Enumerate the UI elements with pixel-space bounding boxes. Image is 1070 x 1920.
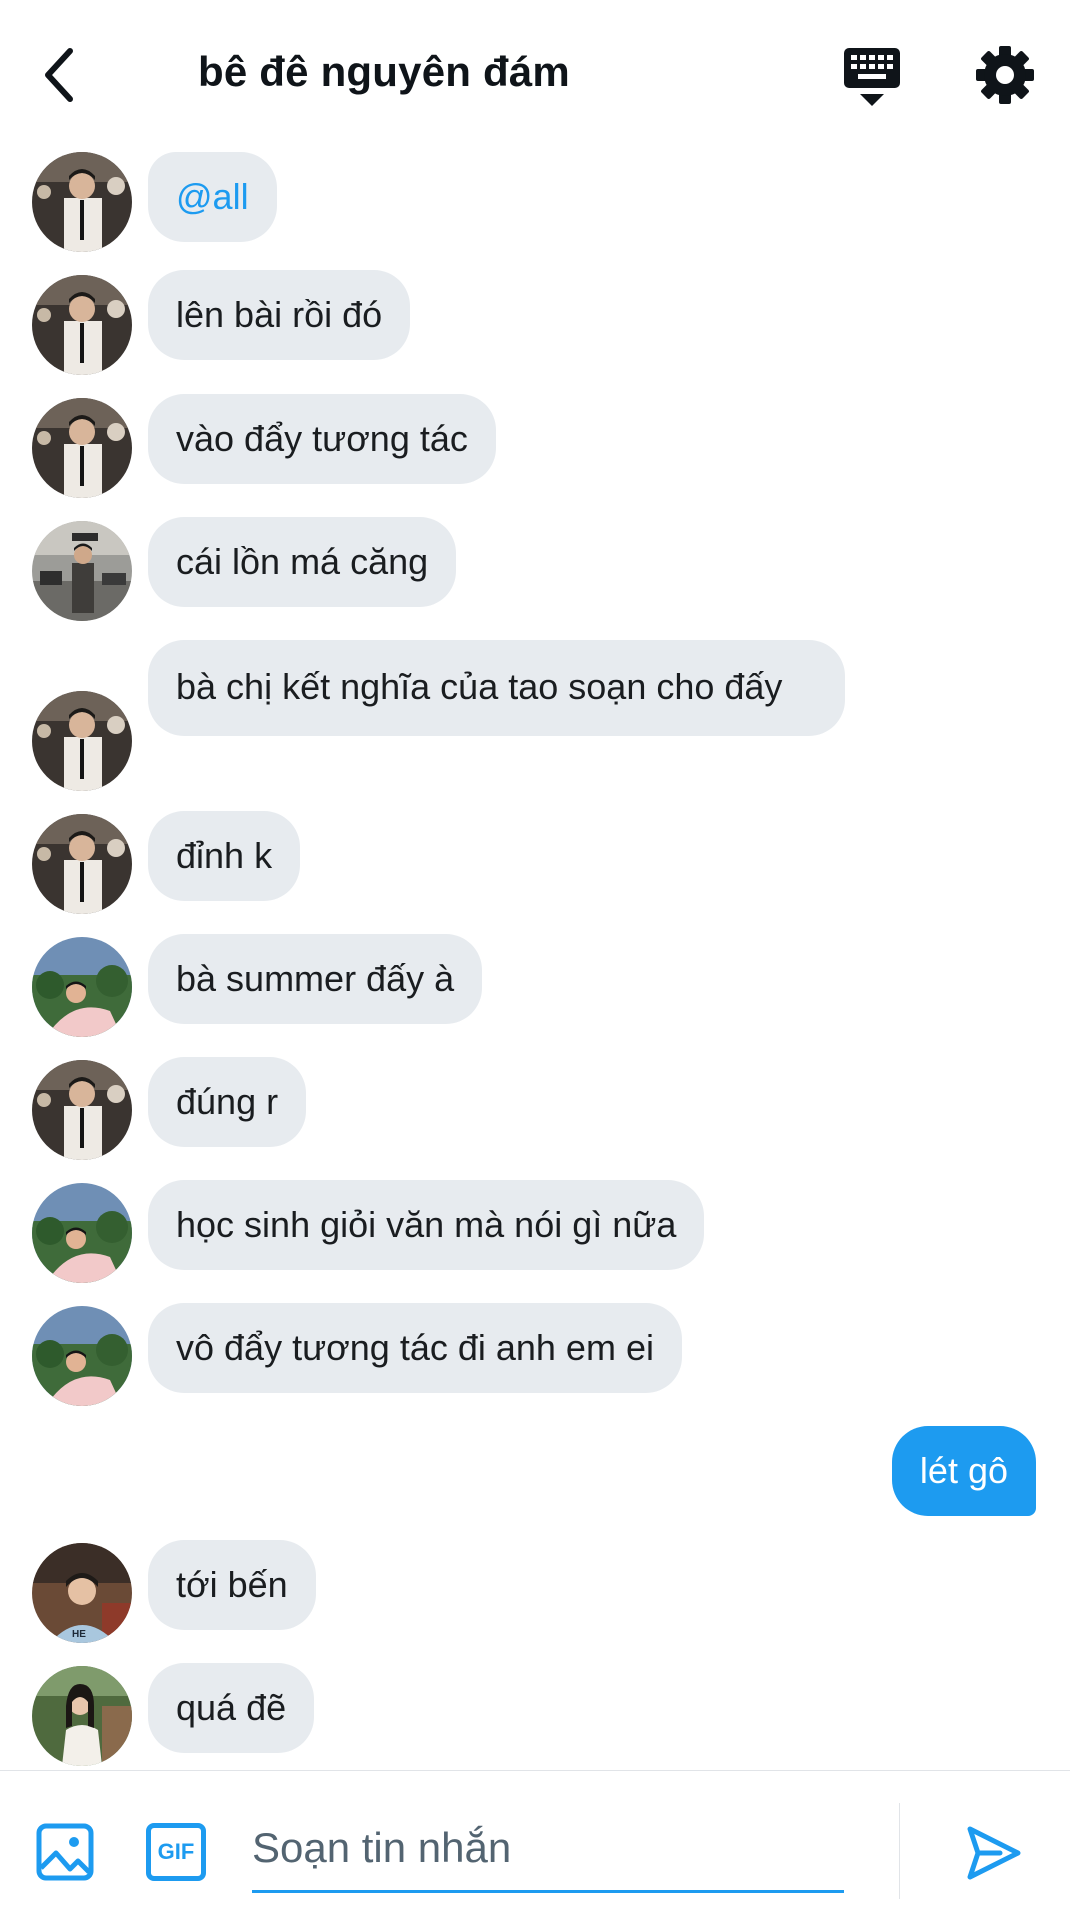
avatar[interactable] (32, 275, 132, 375)
avatar[interactable] (32, 691, 132, 791)
message-bubble[interactable]: quá đẽ (148, 1663, 315, 1753)
avatar[interactable] (32, 398, 132, 498)
svg-text:HE: HE (72, 1629, 86, 1640)
keyboard-icon (844, 48, 900, 106)
message-bubble[interactable]: lên bài rồi đó (148, 270, 411, 360)
add-image-button[interactable] (36, 1823, 94, 1881)
avatar[interactable] (32, 1666, 132, 1766)
own-message-bubble[interactable]: lét gô (891, 1426, 1036, 1516)
send-icon (967, 1826, 1021, 1880)
conversation-header: bê đê nguyên đám (0, 0, 1070, 150)
message-bubble[interactable]: vào đẩy tương tác (148, 394, 496, 484)
message-bubble[interactable]: @all (148, 152, 277, 242)
message-bubble[interactable]: cái lồn má căng (148, 517, 457, 607)
settings-button[interactable] (974, 44, 1036, 106)
message-list[interactable]: @all lên bài rồi đó vào đẩy tương tác cá… (0, 150, 1070, 1770)
avatar[interactable]: HE (32, 1543, 132, 1643)
gif-icon: GIF (157, 1839, 195, 1864)
send-button[interactable] (964, 1823, 1024, 1883)
back-arrow-icon (45, 48, 73, 102)
message-bubble[interactable]: bà chị kết nghĩa của tao soạn cho đấy (148, 640, 845, 736)
avatar[interactable] (32, 1183, 132, 1283)
mention-link[interactable]: @all (176, 176, 249, 217)
gear-icon (976, 46, 1034, 104)
back-button[interactable] (30, 40, 90, 110)
message-bubble[interactable]: bà summer đấy à (148, 934, 483, 1024)
avatar[interactable] (32, 152, 132, 252)
conversation-title: bê đê nguyên đám (198, 48, 570, 95)
message-bubble[interactable]: đúng r (148, 1057, 307, 1147)
message-bubble[interactable]: tới bến (148, 1540, 316, 1630)
gif-button[interactable]: GIF (146, 1823, 206, 1881)
message-input[interactable] (252, 1805, 844, 1893)
avatar[interactable] (32, 1060, 132, 1160)
composer-divider (899, 1803, 900, 1899)
image-icon (36, 1823, 94, 1881)
message-composer: GIF (0, 1770, 1070, 1920)
avatar[interactable] (32, 521, 132, 621)
avatar[interactable] (32, 814, 132, 914)
avatar[interactable] (32, 937, 132, 1037)
message-bubble[interactable]: đỉnh k (148, 811, 301, 901)
message-bubble[interactable]: học sinh giỏi văn mà nói gì nữa (148, 1180, 705, 1270)
avatar[interactable] (32, 1306, 132, 1406)
keyboard-button[interactable] (840, 44, 904, 112)
message-bubble[interactable]: vô đẩy tương tác đi anh em ei (148, 1303, 682, 1393)
